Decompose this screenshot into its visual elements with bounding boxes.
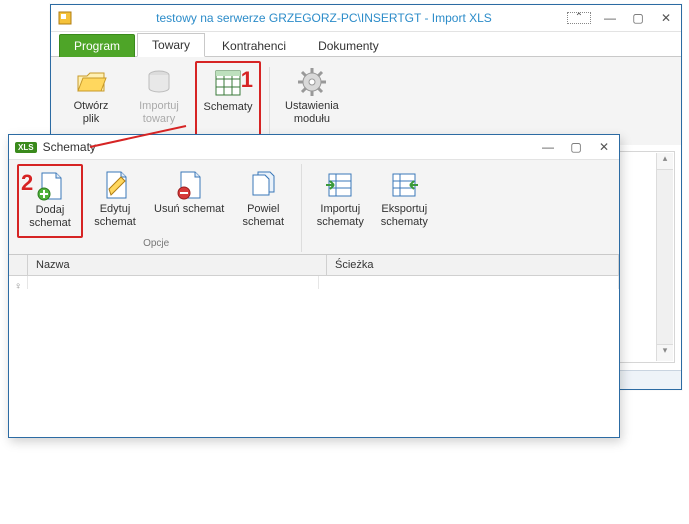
- schematy-window-title: Schematy: [43, 140, 539, 154]
- importuj-schematy-button[interactable]: Importuj schematy: [308, 164, 372, 238]
- edytuj-schemat-button[interactable]: Edytuj schemat: [83, 164, 147, 238]
- xls-badge-icon: XLS: [15, 142, 37, 153]
- grid-col-sciezka[interactable]: Ścieżka: [327, 255, 619, 275]
- schematy-label: Schematy: [204, 101, 253, 114]
- main-scrollbar[interactable]: ▴ ▾: [656, 153, 673, 361]
- scroll-down-icon[interactable]: ▾: [657, 344, 673, 361]
- ribbon-group-label: Opcje: [17, 238, 295, 252]
- maximize-icon[interactable]: ▢: [567, 141, 585, 153]
- edytuj-schemat-label: Edytuj schemat: [94, 203, 136, 228]
- schematy-window: XLS Schematy — ▢ ✕ 2 Dodaj schemat: [8, 134, 620, 438]
- database-import-icon: [143, 66, 175, 98]
- ribbon-group-label-empty: [308, 238, 436, 252]
- usun-schemat-button[interactable]: Usuń schemat: [147, 164, 231, 238]
- document-duplicate-icon: [247, 169, 279, 201]
- importuj-towary-label: Importuj towary: [139, 100, 179, 125]
- powiel-schemat-label: Powiel schemat: [243, 203, 285, 228]
- minimize-icon[interactable]: —: [601, 12, 619, 24]
- callout-two: 2: [21, 170, 33, 196]
- grid-body: [9, 289, 619, 437]
- document-add-icon: [34, 170, 66, 202]
- main-window-title: testowy na serwerze GRZEGORZ-PC\INSERTGT…: [81, 11, 567, 25]
- grid-row-selector-header[interactable]: [9, 255, 28, 275]
- eksportuj-schematy-button[interactable]: Eksportuj schematy: [372, 164, 436, 238]
- minimize-icon[interactable]: —: [539, 141, 557, 153]
- ribbon-collapse-icon[interactable]: ⌃: [567, 12, 591, 24]
- scroll-up-icon[interactable]: ▴: [657, 153, 673, 170]
- main-window-controls: ⌃ — ▢ ✕: [567, 12, 675, 24]
- schematy-ribbon: 2 Dodaj schemat Edytuj schemat: [9, 160, 619, 255]
- maximize-icon[interactable]: ▢: [629, 12, 647, 24]
- gear-icon: [296, 66, 328, 98]
- tab-towary[interactable]: Towary: [137, 33, 205, 57]
- document-edit-icon: [99, 169, 131, 201]
- grid-header: Nazwa Ścieżka: [9, 255, 619, 276]
- callout-one: 1: [241, 67, 253, 93]
- ribbon-separator: [269, 67, 270, 141]
- otworz-plik-label: Otwórz plik: [74, 100, 109, 125]
- document-delete-icon: [173, 169, 205, 201]
- powiel-schemat-button[interactable]: Powiel schemat: [231, 164, 295, 238]
- table-export-icon: [388, 169, 420, 201]
- folder-open-icon: [75, 66, 107, 98]
- schematy-titlebar: XLS Schematy — ▢ ✕: [9, 135, 619, 160]
- main-tabs: Program Towary Kontrahenci Dokumenty: [51, 32, 681, 57]
- grid-col-nazwa[interactable]: Nazwa: [28, 255, 327, 275]
- tab-dokumenty[interactable]: Dokumenty: [303, 34, 394, 57]
- importuj-schematy-label: Importuj schematy: [317, 203, 364, 228]
- ribbon-group-io: Importuj schematy Eksportuj schematy: [308, 164, 442, 252]
- ustawienia-modulu-label: Ustawienia modułu: [285, 100, 339, 125]
- close-icon[interactable]: ✕: [595, 141, 613, 153]
- tab-kontrahenci[interactable]: Kontrahenci: [207, 34, 301, 57]
- table-import-icon: [324, 169, 356, 201]
- tab-program[interactable]: Program: [59, 34, 135, 57]
- schema-grid-icon: [212, 67, 244, 99]
- close-icon[interactable]: ✕: [657, 12, 675, 24]
- ribbon-group-opcje: 2 Dodaj schemat Edytuj schemat: [17, 164, 302, 252]
- main-titlebar: testowy na serwerze GRZEGORZ-PC\INSERTGT…: [51, 5, 681, 32]
- app-icon: [57, 10, 73, 26]
- usun-schemat-label: Usuń schemat: [154, 203, 224, 216]
- dodaj-schemat-button[interactable]: 2 Dodaj schemat: [17, 164, 83, 238]
- dodaj-schemat-label: Dodaj schemat: [29, 204, 71, 229]
- eksportuj-schematy-label: Eksportuj schematy: [381, 203, 428, 228]
- schematy-window-controls: — ▢ ✕: [539, 141, 613, 153]
